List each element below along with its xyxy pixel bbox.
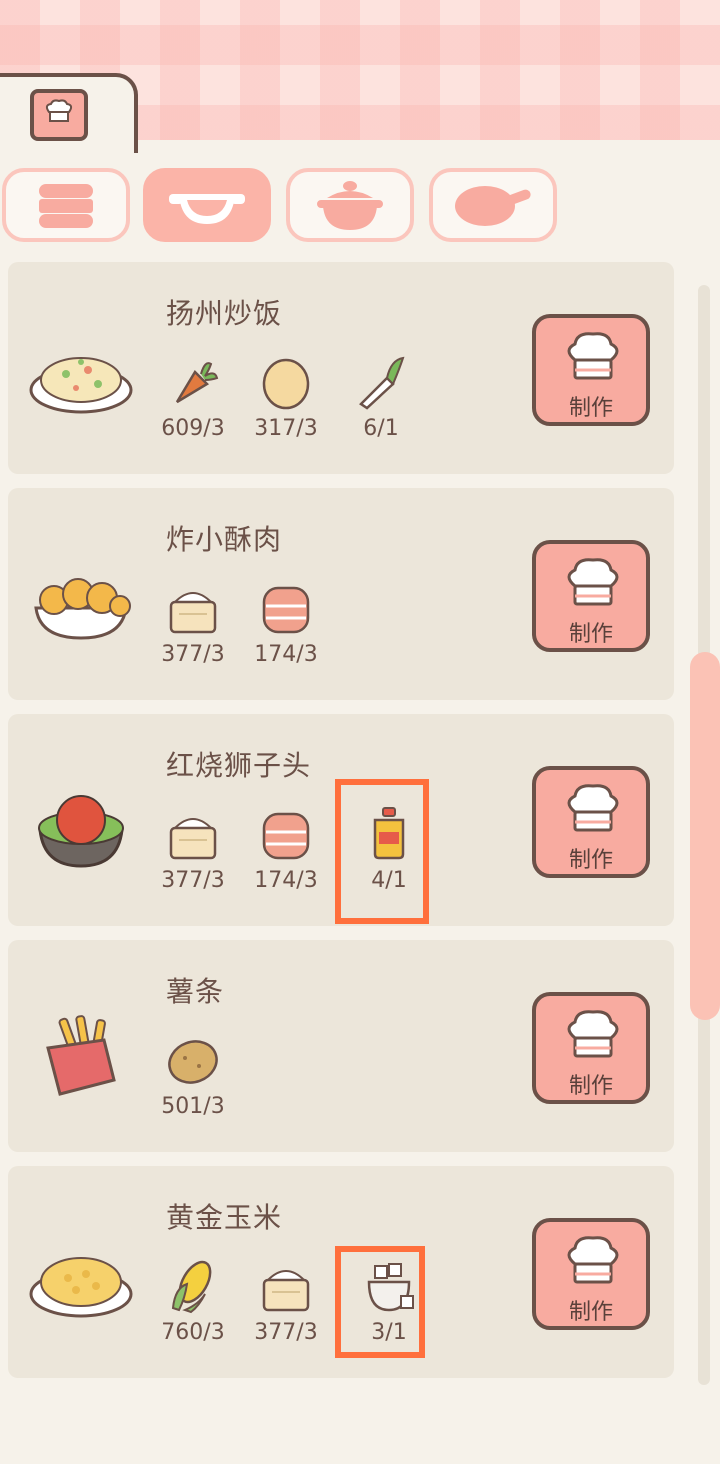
steamer-icon bbox=[39, 184, 93, 228]
ingredient: 174/3 bbox=[246, 806, 326, 896]
meat-icon bbox=[262, 812, 310, 860]
ingredient: 760/3 bbox=[153, 1258, 233, 1348]
recipe-name: 红烧狮子头 bbox=[166, 749, 312, 782]
category-tab-wok[interactable] bbox=[143, 168, 271, 242]
ingredient-quantity: 609/3 bbox=[161, 416, 225, 441]
missing-ingredient-highlight bbox=[335, 779, 429, 924]
clay-pot-icon bbox=[317, 181, 383, 230]
recipe-book-tab[interactable] bbox=[0, 73, 138, 153]
make-button-label: 制作 bbox=[568, 1300, 613, 1325]
ingredient-quantity: 174/3 bbox=[254, 868, 318, 893]
ingredient: 6/1 bbox=[341, 354, 421, 444]
ingredient-quantity: 6/1 bbox=[363, 416, 399, 441]
ingredient-quantity: 501/3 bbox=[161, 1094, 225, 1119]
frying-pan-icon bbox=[455, 186, 531, 226]
chef-hat-icon bbox=[567, 1010, 619, 1058]
missing-ingredient-highlight bbox=[335, 1246, 425, 1358]
ingredient: 609/3 bbox=[153, 354, 233, 444]
chef-hat-icon bbox=[567, 1236, 619, 1284]
make-button[interactable]: 制作 bbox=[532, 766, 650, 878]
flour-icon bbox=[262, 1270, 310, 1312]
ingredient-quantity: 377/3 bbox=[161, 868, 225, 893]
make-button-label: 制作 bbox=[568, 622, 613, 647]
ingredient-quantity: 317/3 bbox=[254, 416, 318, 441]
ingredient-quantity: 760/3 bbox=[161, 1320, 225, 1345]
french-fries-icon bbox=[46, 1015, 116, 1096]
fried-rice-icon bbox=[29, 357, 133, 414]
ingredient: 501/3 bbox=[153, 1032, 233, 1122]
make-button-label: 制作 bbox=[568, 848, 613, 873]
make-button-label: 制作 bbox=[568, 396, 613, 421]
ingredient: 377/3 bbox=[153, 580, 233, 670]
meat-icon bbox=[262, 586, 310, 634]
wok-icon bbox=[169, 194, 245, 224]
scrollbar-thumb[interactable] bbox=[690, 652, 720, 1020]
corn-icon bbox=[171, 1260, 212, 1314]
recipe-name: 炸小酥肉 bbox=[166, 523, 283, 556]
category-tab-frying-pan[interactable] bbox=[429, 168, 557, 242]
ingredient-quantity: 377/3 bbox=[254, 1320, 318, 1345]
flour-icon bbox=[169, 818, 217, 860]
make-button[interactable]: 制作 bbox=[532, 540, 650, 652]
flour-icon bbox=[169, 592, 217, 634]
recipe-card: 薯条 501/3 制作 bbox=[8, 940, 674, 1152]
recipe-card: 炸小酥肉 377/3 174/3 制作 bbox=[8, 488, 674, 700]
make-button[interactable]: 制作 bbox=[532, 314, 650, 426]
make-button-label: 制作 bbox=[568, 1074, 613, 1099]
make-button[interactable]: 制作 bbox=[532, 1218, 650, 1330]
category-tab-steamer[interactable] bbox=[2, 168, 130, 242]
recipe-book-icon bbox=[30, 89, 88, 141]
category-tab-clay-pot[interactable] bbox=[286, 168, 414, 242]
chef-hat-icon bbox=[567, 332, 619, 380]
carrot-icon bbox=[175, 362, 219, 404]
braised-meatball-icon bbox=[38, 795, 124, 868]
ingredient: 377/3 bbox=[153, 806, 233, 896]
recipe-name: 黄金玉米 bbox=[166, 1201, 283, 1234]
ingredient-quantity: 174/3 bbox=[254, 642, 318, 667]
ingredient: 174/3 bbox=[246, 580, 326, 670]
scallion-icon bbox=[359, 356, 405, 410]
recipe-name: 薯条 bbox=[166, 975, 225, 1008]
recipe-name: 扬州炒饭 bbox=[166, 297, 283, 330]
chef-hat-icon bbox=[567, 784, 619, 832]
golden-corn-icon bbox=[29, 1257, 133, 1318]
ingredient-quantity: 377/3 bbox=[161, 642, 225, 667]
chef-hat-icon bbox=[567, 558, 619, 606]
ingredient: 377/3 bbox=[246, 1258, 326, 1348]
potato-icon bbox=[168, 1040, 218, 1084]
ingredient: 317/3 bbox=[246, 354, 326, 444]
make-button[interactable]: 制作 bbox=[532, 992, 650, 1104]
recipe-card: 扬州炒饭 609/3 317/3 6/1 制作 bbox=[8, 262, 674, 474]
fried-pork-icon bbox=[34, 578, 131, 640]
egg-icon bbox=[262, 358, 310, 410]
